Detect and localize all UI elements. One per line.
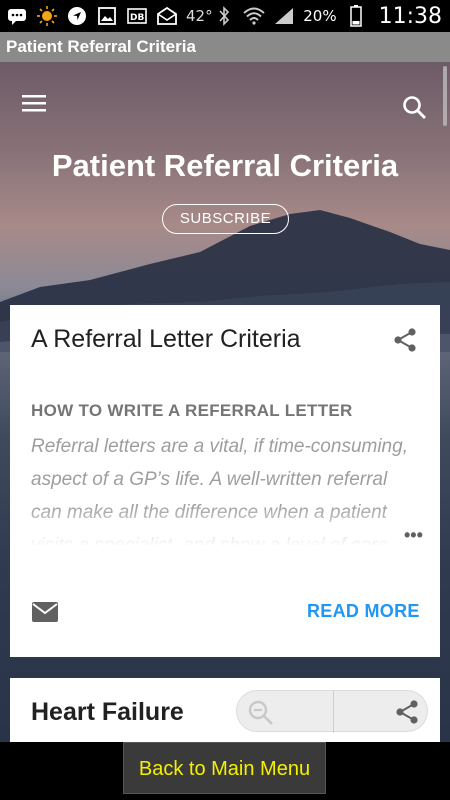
share-icon[interactable] bbox=[392, 327, 418, 353]
scrollbar[interactable] bbox=[443, 66, 447, 126]
subscribe-button[interactable]: SUBSCRIBE bbox=[162, 204, 289, 234]
blog-title: Patient Referral Criteria bbox=[51, 148, 399, 183]
data-icon: DB bbox=[126, 6, 148, 26]
battery-percent: 20% bbox=[303, 7, 337, 25]
app-title: Patient Referral Criteria bbox=[0, 32, 450, 62]
temperature: 42° bbox=[186, 7, 213, 25]
excerpt-fade bbox=[31, 505, 421, 547]
navigation-icon bbox=[66, 6, 88, 26]
weather-sun-icon bbox=[36, 6, 58, 26]
bluetooth-icon bbox=[213, 6, 235, 26]
clock: 11:38 bbox=[378, 3, 442, 29]
post-title[interactable]: A Referral Letter Criteria bbox=[31, 325, 301, 354]
signal-icon bbox=[273, 6, 295, 26]
post-subheading: HOW TO WRITE A REFERRAL LETTER bbox=[31, 401, 353, 420]
bottom-bar: Back to Main Menu bbox=[0, 742, 450, 800]
share-icon[interactable] bbox=[394, 699, 420, 725]
email-post-icon[interactable] bbox=[32, 601, 58, 623]
mail-icon bbox=[156, 6, 178, 26]
messages-icon bbox=[6, 6, 28, 26]
zoom-out-icon[interactable] bbox=[247, 699, 275, 725]
status-bar: DB 42° 20% 11:38 bbox=[0, 0, 450, 32]
menu-icon[interactable] bbox=[22, 94, 48, 114]
gallery-icon bbox=[96, 6, 118, 26]
wifi-icon bbox=[243, 6, 265, 26]
post-card: Heart Failure bbox=[10, 678, 440, 748]
back-to-main-menu-button[interactable]: Back to Main Menu bbox=[123, 742, 326, 794]
search-icon[interactable] bbox=[402, 95, 428, 121]
zoom-divider bbox=[333, 691, 334, 733]
battery-icon bbox=[345, 5, 367, 27]
svg-text:DB: DB bbox=[130, 13, 144, 23]
more-ellipsis-icon: ••• bbox=[404, 525, 423, 545]
post-title[interactable]: Heart Failure bbox=[31, 698, 184, 727]
read-more-link[interactable]: READ MORE bbox=[307, 601, 420, 622]
zoom-controls[interactable] bbox=[236, 690, 428, 733]
post-card: A Referral Letter Criteria HOW TO WRITE … bbox=[10, 305, 440, 657]
